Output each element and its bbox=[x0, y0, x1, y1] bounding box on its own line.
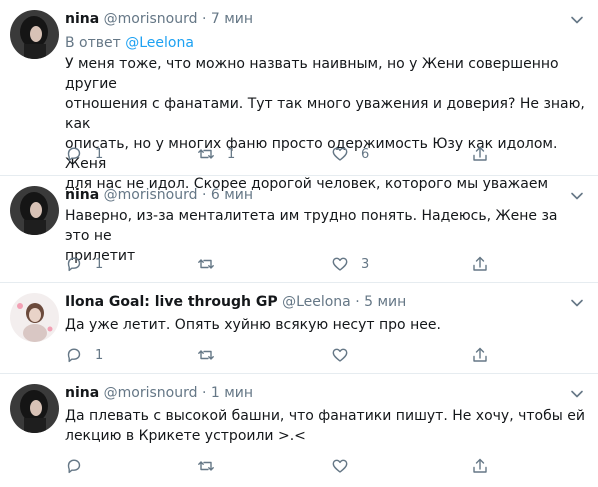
chevron-down-icon[interactable] bbox=[570, 189, 584, 203]
like-button[interactable] bbox=[331, 345, 361, 365]
tweet-header: nina @morisnourd · 1 мин bbox=[65, 384, 558, 402]
tweet-actions: 1 bbox=[65, 345, 525, 365]
avatar[interactable] bbox=[10, 293, 59, 342]
retweet-button[interactable]: 1 bbox=[197, 144, 235, 164]
avatar[interactable] bbox=[10, 10, 59, 59]
tweet[interactable]: nina @morisnourd · 7 мин В ответ @Leelon… bbox=[0, 0, 598, 192]
separator-dot: · bbox=[201, 385, 207, 401]
tweet-header: nina @morisnourd · 7 мин bbox=[65, 10, 558, 28]
reply-button[interactable]: 1 bbox=[65, 144, 103, 164]
tweet-text: У меня тоже, что можно назвать наивным, … bbox=[65, 56, 585, 192]
reply-icon bbox=[67, 459, 81, 474]
separator-dot: · bbox=[201, 187, 207, 203]
avatar[interactable] bbox=[10, 186, 59, 235]
retweet-icon bbox=[198, 259, 214, 269]
share-icon bbox=[473, 256, 487, 271]
share-icon bbox=[473, 146, 487, 161]
author-handle[interactable]: @morisnourd bbox=[104, 11, 198, 27]
author-name[interactable]: Ilona Goal: live through GP bbox=[65, 294, 278, 310]
like-button[interactable]: 3 bbox=[331, 254, 369, 274]
share-icon bbox=[473, 347, 487, 362]
author-handle[interactable]: @Leelona bbox=[282, 294, 351, 310]
heart-icon bbox=[332, 257, 348, 271]
tweet-actions: 1 1 6 bbox=[65, 144, 525, 164]
tweet-actions bbox=[65, 456, 525, 476]
retweet-icon bbox=[198, 350, 214, 360]
avatar[interactable] bbox=[10, 384, 59, 433]
like-button[interactable]: 6 bbox=[331, 144, 369, 164]
reply-to-handle[interactable]: @Leelona bbox=[125, 35, 194, 51]
author-name[interactable]: nina bbox=[65, 11, 99, 27]
retweet-icon bbox=[198, 461, 214, 471]
timestamp[interactable]: 1 мин bbox=[211, 385, 253, 401]
reply-context: В ответ @Leelona bbox=[65, 34, 194, 52]
tweet-header: nina @morisnourd · 6 мин bbox=[65, 186, 558, 204]
timestamp[interactable]: 7 мин bbox=[211, 11, 253, 27]
reply-button[interactable] bbox=[65, 456, 95, 476]
retweet-button[interactable] bbox=[197, 254, 227, 274]
reply-icon bbox=[67, 147, 81, 162]
tweet-text: Да уже летит. Опять хуйню всякую несут п… bbox=[65, 317, 441, 333]
reply-icon bbox=[67, 257, 81, 272]
share-button[interactable] bbox=[471, 345, 489, 365]
share-button[interactable] bbox=[471, 254, 489, 274]
like-count: 6 bbox=[361, 146, 370, 162]
share-button[interactable] bbox=[471, 144, 489, 164]
author-handle[interactable]: @morisnourd bbox=[104, 385, 198, 401]
tweet-header: Ilona Goal: live through GP @Leelona · 5… bbox=[65, 293, 558, 311]
author-name[interactable]: nina bbox=[65, 187, 99, 203]
share-icon bbox=[473, 458, 487, 473]
heart-icon bbox=[332, 147, 348, 161]
reply-prefix: В ответ bbox=[65, 35, 121, 51]
timestamp[interactable]: 6 мин bbox=[211, 187, 253, 203]
retweet-button[interactable] bbox=[197, 345, 227, 365]
reply-icon bbox=[67, 348, 81, 363]
separator-dot: · bbox=[201, 11, 207, 27]
tweet-text: Да плевать с высокой башни, что фанатики… bbox=[65, 408, 585, 444]
chevron-down-icon[interactable] bbox=[570, 387, 584, 401]
chevron-down-icon[interactable] bbox=[570, 13, 584, 27]
tweet-actions: 1 3 bbox=[65, 254, 525, 274]
tweet[interactable]: nina @morisnourd · 1 мин Да плевать с вы… bbox=[0, 374, 598, 487]
retweet-count: 1 bbox=[227, 146, 236, 162]
chevron-down-icon[interactable] bbox=[570, 296, 584, 310]
separator-dot: · bbox=[355, 294, 360, 310]
retweet-button[interactable] bbox=[197, 456, 227, 476]
tweet[interactable]: Ilona Goal: live through GP @Leelona · 5… bbox=[0, 283, 598, 374]
like-count: 3 bbox=[361, 256, 370, 272]
reply-count: 1 bbox=[95, 256, 104, 272]
reply-count: 1 bbox=[95, 347, 104, 363]
share-button[interactable] bbox=[471, 456, 489, 476]
retweet-icon bbox=[198, 149, 214, 159]
author-name[interactable]: nina bbox=[65, 385, 99, 401]
heart-icon bbox=[332, 348, 348, 362]
like-button[interactable] bbox=[331, 456, 361, 476]
tweet[interactable]: nina @morisnourd · 6 мин Наверно, из-за … bbox=[0, 176, 598, 283]
reply-count: 1 bbox=[95, 146, 104, 162]
heart-icon bbox=[332, 459, 348, 473]
author-handle[interactable]: @morisnourd bbox=[104, 187, 198, 203]
reply-button[interactable]: 1 bbox=[65, 254, 103, 274]
reply-button[interactable]: 1 bbox=[65, 345, 103, 365]
timestamp[interactable]: 5 мин bbox=[364, 294, 406, 310]
